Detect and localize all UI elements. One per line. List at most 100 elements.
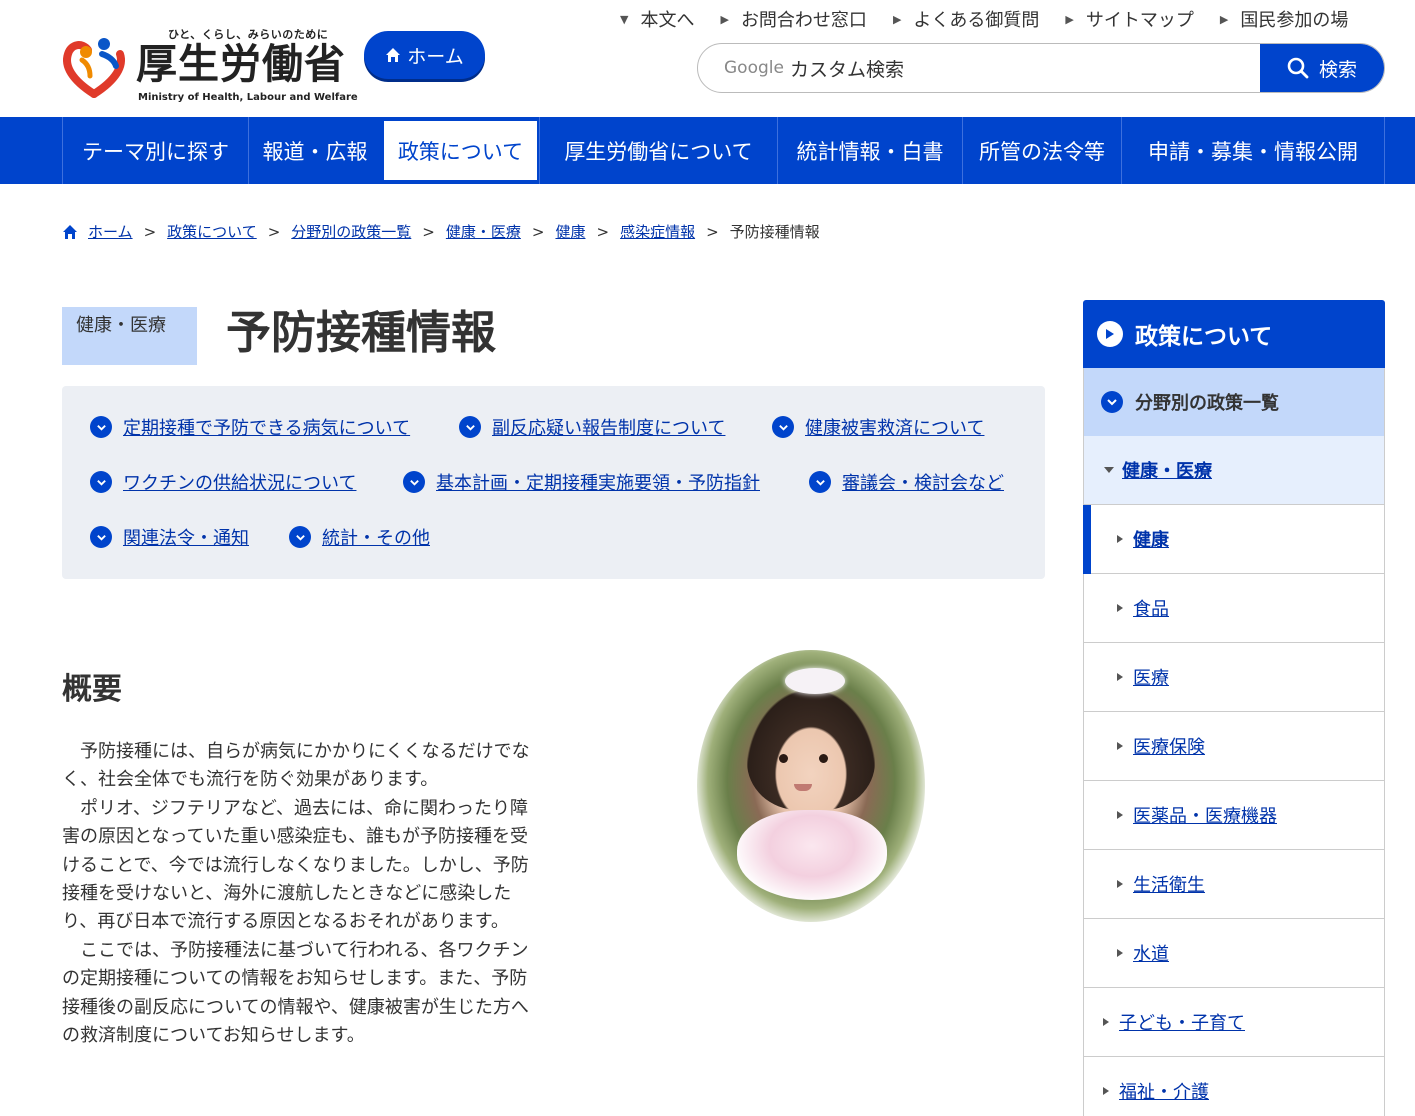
nav-item-policy[interactable]: 政策について (382, 119, 539, 182)
category-tag: 健康・医療 (62, 307, 197, 365)
side-nav-item-water[interactable]: 水道 (1083, 919, 1385, 988)
side-nav-item-pharma[interactable]: 医薬品・医療機器 (1083, 781, 1385, 850)
nav-item-statistics[interactable]: 統計情報・白書 (777, 117, 962, 184)
search-icon (1287, 57, 1309, 79)
side-nav-item-children[interactable]: 子ども・子育て (1083, 988, 1385, 1057)
side-nav-policy-list[interactable]: 分野別の政策一覧 (1083, 368, 1385, 436)
utility-link-skip[interactable]: ▼ 本文へ (620, 6, 694, 32)
overview-paragraph: ここでは、予防接種法に基づいて行われる、各ワクチンの定期接種についての情報をお知… (62, 939, 529, 1047)
chevron-down-icon (772, 416, 794, 438)
chevron-down-icon (809, 471, 831, 493)
side-nav-item-hygiene[interactable]: 生活衛生 (1083, 850, 1385, 919)
photo-eye (779, 754, 788, 763)
logo-subtitle: Ministry of Health, Labour and Welfare (138, 92, 358, 103)
anchor-link-relief[interactable]: 健康被害救済について (772, 414, 984, 440)
breadcrumb-policy-list[interactable]: 分野別の政策一覧 (291, 221, 411, 242)
side-nav-item-medical[interactable]: 医療 (1083, 643, 1385, 712)
breadcrumb-separator: > (422, 222, 435, 241)
chevron-down-icon (289, 526, 311, 548)
play-circle-icon (1097, 321, 1123, 347)
caret-right-icon (1103, 1087, 1109, 1095)
caret-right-icon (1117, 811, 1123, 819)
side-nav-item-insurance[interactable]: 医療保険 (1083, 712, 1385, 781)
chevron-down-icon (403, 471, 425, 493)
side-nav-health-medical[interactable]: 健康・医療 (1083, 436, 1385, 505)
overview-text: 予防接種には、自らが病気にかかりにくくなるだけでなく、社会全体でも流行を防ぐ効果… (62, 738, 540, 1050)
breadcrumb-health[interactable]: 健康 (555, 221, 585, 242)
caret-right-icon (1117, 604, 1123, 612)
side-nav: 政策について 分野別の政策一覧 健康・医療 健康 食品 医療 医療保険 医薬品・… (1083, 300, 1385, 1116)
photo-eye (819, 754, 828, 763)
side-nav-item-welfare[interactable]: 福祉・介護 (1083, 1057, 1385, 1116)
anchor-link-statistics[interactable]: 統計・その他 (289, 524, 430, 550)
side-nav-item-health[interactable]: 健康 (1083, 505, 1385, 574)
breadcrumb-home[interactable]: ホーム (88, 221, 133, 242)
breadcrumb-separator: > (531, 222, 545, 241)
overview-paragraph: ポリオ、ジフテリアなど、過去には、命に関わったり障害の原因となっていた重い感染症… (62, 797, 529, 933)
search-button[interactable]: 検索 (1260, 44, 1384, 92)
nav-item-applications[interactable]: 申請・募集・情報公開 (1121, 117, 1384, 184)
home-icon (63, 224, 77, 239)
breadcrumb-infectious[interactable]: 感染症情報 (620, 221, 695, 242)
breadcrumb: ホーム > 政策について > 分野別の政策一覧 > 健康・医療 > 健康 > 感… (62, 221, 820, 242)
nav-item-about[interactable]: 厚生労働省について (539, 117, 777, 184)
chevron-down-icon (1101, 391, 1123, 413)
side-nav-item-food[interactable]: 食品 (1083, 574, 1385, 643)
nav-item-press[interactable]: 報道・広報 (248, 117, 381, 184)
utility-links: ▼ 本文へ ▶ お問合わせ窓口 ▶ よくある御質問 ▶ サイトマップ ▶ 国民参加の場 (620, 6, 1348, 32)
nav-divider (1384, 117, 1385, 184)
search-input[interactable]: Google カスタム検索 (698, 44, 1260, 92)
breadcrumb-policy[interactable]: 政策について (167, 221, 257, 242)
site-logo[interactable]: ひと、くらし、みらいのために 厚生労働省 Ministry of Health,… (60, 26, 358, 106)
page-title: 予防接種情報 (226, 306, 497, 359)
anchor-link-laws[interactable]: 関連法令・通知 (90, 524, 249, 550)
chevron-right-icon: ▶ (720, 12, 729, 26)
search-button-label: 検索 (1318, 58, 1357, 81)
photo-shirt (737, 810, 887, 900)
caret-right-icon (1117, 742, 1123, 750)
overview-paragraph: 予防接種には、自らが病気にかかりにくくなるだけでなく、社会全体でも流行を防ぐ効果… (62, 741, 530, 791)
caret-right-icon (1103, 1018, 1109, 1026)
overview-heading: 概要 (62, 672, 122, 707)
child-photo (697, 650, 925, 922)
caret-right-icon (1117, 673, 1123, 681)
photo-hair-bow (785, 668, 845, 694)
side-nav-heading[interactable]: 政策について (1083, 300, 1385, 368)
anchor-link-adverse-reports[interactable]: 副反応疑い報告制度について (459, 414, 725, 440)
breadcrumb-separator: > (706, 222, 719, 241)
chevron-down-icon (90, 416, 112, 438)
home-button-label: ホーム (407, 45, 464, 68)
anchor-link-box: 定期接種で予防できる病気について 副反応疑い報告制度について 健康被害救済につい… (62, 386, 1045, 579)
caret-right-icon (1117, 949, 1123, 957)
chevron-right-icon: ▶ (1219, 12, 1229, 26)
nav-item-laws[interactable]: 所管の法令等 (962, 117, 1121, 184)
caret-right-icon (1117, 535, 1123, 543)
breadcrumb-current: 予防接種情報 (729, 223, 820, 241)
anchor-link-supply[interactable]: ワクチンの供給状況について (90, 469, 356, 495)
anchor-link-councils[interactable]: 審議会・検討会など (809, 469, 1004, 495)
breadcrumb-separator: > (267, 222, 281, 241)
global-nav: テーマ別に探す 報道・広報 政策について 厚生労働省について 統計情報・白書 所… (0, 117, 1415, 184)
utility-link-faq[interactable]: ▶ よくある御質問 (893, 6, 1039, 32)
caret-down-icon (1104, 467, 1114, 473)
anchor-link-basic-plan[interactable]: 基本計画・定期接種実施要領・予防指針 (403, 469, 760, 495)
anchor-link-diseases[interactable]: 定期接種で予防できる病気について (90, 414, 410, 440)
chevron-right-icon: ▶ (1065, 12, 1074, 26)
utility-link-sitemap[interactable]: ▶ サイトマップ (1065, 6, 1193, 32)
home-icon (386, 48, 401, 62)
chevron-down-icon (459, 416, 481, 438)
utility-link-contact[interactable]: ▶ お問合わせ窓口 (720, 6, 866, 32)
site-search: Google カスタム検索 検索 (697, 43, 1385, 93)
breadcrumb-separator: > (596, 222, 610, 241)
utility-link-participation[interactable]: ▶ 国民参加の場 (1220, 6, 1348, 32)
chevron-down-icon (90, 471, 112, 493)
nav-item-themes[interactable]: テーマ別に探す (62, 117, 248, 184)
google-brand: Google (724, 58, 784, 78)
breadcrumb-separator: > (143, 222, 157, 241)
logo-title: 厚生労働省 (136, 40, 346, 88)
home-button[interactable]: ホーム (364, 31, 485, 79)
breadcrumb-health-medical[interactable]: 健康・医療 (446, 221, 521, 242)
ministry-emblem-icon (63, 38, 125, 98)
search-placeholder: カスタム検索 (789, 58, 904, 81)
chevron-right-icon: ▶ (892, 12, 902, 26)
